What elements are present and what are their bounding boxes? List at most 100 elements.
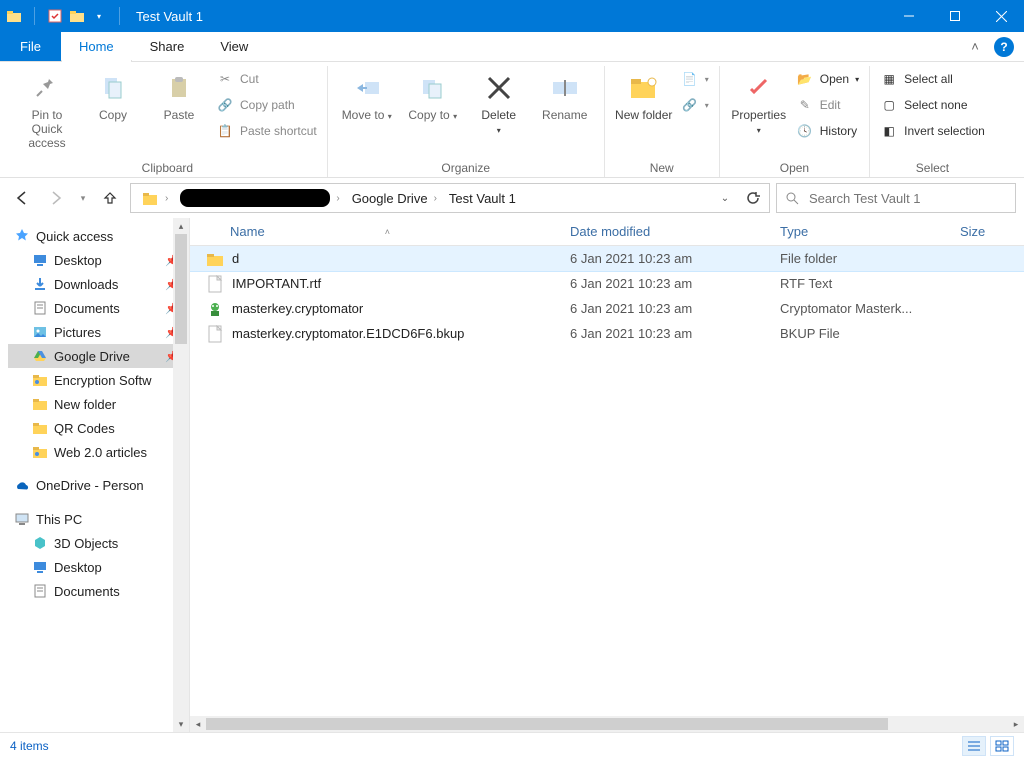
tree-item[interactable]: Google Drive📌: [8, 344, 189, 368]
file-name: masterkey.cryptomator.E1DCD6F6.bkup: [232, 326, 464, 341]
tree-label: QR Codes: [54, 421, 115, 436]
paste-button[interactable]: Paste: [146, 66, 212, 122]
path-icon: 🔗: [216, 96, 234, 114]
scrollbar-thumb[interactable]: [206, 718, 888, 730]
breadcrumb-root[interactable]: ›: [137, 189, 174, 207]
tab-home[interactable]: Home: [61, 32, 132, 61]
invert-selection-button[interactable]: ◧Invert selection: [876, 120, 989, 142]
navigation-tree: Quick accessDesktop📌Downloads📌Documents📌…: [0, 218, 190, 732]
tab-view[interactable]: View: [202, 32, 266, 61]
easy-access-button[interactable]: 🔗▾: [677, 94, 713, 116]
paste-shortcut-button[interactable]: 📋Paste shortcut: [212, 120, 321, 142]
open-button[interactable]: 📂Open ▾: [792, 68, 863, 90]
folder-icon: [32, 276, 48, 292]
scroll-up-icon[interactable]: ▴: [173, 218, 189, 234]
delete-button[interactable]: Delete▾: [466, 66, 532, 138]
minimize-button[interactable]: [886, 0, 932, 32]
window-title: Test Vault 1: [136, 9, 203, 24]
close-button[interactable]: [978, 0, 1024, 32]
column-size[interactable]: Size: [950, 218, 1024, 245]
tree-item[interactable]: Documents📌: [8, 296, 189, 320]
details-view-button[interactable]: [962, 736, 986, 756]
tree-label: Documents: [54, 584, 120, 599]
address-dropdown-button[interactable]: ⌄: [711, 184, 739, 212]
file-type: BKUP File: [770, 326, 950, 341]
file-date: 6 Jan 2021 10:23 am: [560, 251, 770, 266]
move-to-button[interactable]: Move to ▾: [334, 66, 400, 124]
properties-icon[interactable]: [47, 8, 63, 24]
tree-scrollbar[interactable]: ▴ ▾: [173, 218, 189, 732]
tree-label: Pictures: [54, 325, 101, 340]
tree-section[interactable]: Quick access: [8, 224, 189, 248]
maximize-button[interactable]: [932, 0, 978, 32]
group-select-label: Select: [876, 159, 989, 177]
file-row[interactable]: d6 Jan 2021 10:23 amFile folder: [190, 246, 1024, 271]
breadcrumb-item[interactable]: Test Vault 1: [445, 191, 520, 206]
group-open-label: Open: [726, 159, 863, 177]
tree-item[interactable]: Documents: [8, 579, 189, 603]
up-button[interactable]: [96, 184, 124, 212]
breadcrumb-hidden[interactable]: ›: [176, 189, 345, 207]
tree-item[interactable]: Downloads📌: [8, 272, 189, 296]
help-icon[interactable]: ?: [994, 37, 1014, 57]
tree-item[interactable]: 3D Objects: [8, 531, 189, 555]
new-item-button[interactable]: 📄▾: [677, 68, 713, 90]
horizontal-scrollbar[interactable]: ◂ ▸: [190, 716, 1024, 732]
folder-icon: [32, 420, 48, 436]
edit-button[interactable]: ✎Edit: [792, 94, 863, 116]
group-organize-label: Organize: [334, 159, 598, 177]
properties-button[interactable]: Properties▾: [726, 66, 792, 138]
scrollbar-thumb[interactable]: [175, 234, 187, 344]
tree-item[interactable]: Web 2.0 articles: [8, 440, 189, 464]
thumbnails-view-button[interactable]: [990, 736, 1014, 756]
tree-item[interactable]: Desktop: [8, 555, 189, 579]
refresh-button[interactable]: [739, 184, 767, 212]
recent-locations-button[interactable]: ▾: [76, 184, 90, 212]
folder-icon[interactable]: [69, 8, 85, 24]
column-type[interactable]: Type: [770, 218, 950, 245]
folder-icon: [32, 396, 48, 412]
tree-section[interactable]: This PC: [8, 507, 189, 531]
tree-label: 3D Objects: [54, 536, 118, 551]
file-tab[interactable]: File: [0, 32, 61, 61]
paste-label: Paste: [162, 106, 197, 122]
tree-item[interactable]: New folder: [8, 392, 189, 416]
scroll-right-icon[interactable]: ▸: [1008, 716, 1024, 732]
tree-item[interactable]: Pictures📌: [8, 320, 189, 344]
history-button[interactable]: 🕓History: [792, 120, 863, 142]
tree-item[interactable]: Encryption Softw: [8, 368, 189, 392]
select-all-button[interactable]: ▦Select all: [876, 68, 989, 90]
file-row[interactable]: masterkey.cryptomator6 Jan 2021 10:23 am…: [190, 296, 1024, 321]
file-row[interactable]: masterkey.cryptomator.E1DCD6F6.bkup6 Jan…: [190, 321, 1024, 346]
pin-to-quick-access-button[interactable]: Pin to Quick access: [14, 66, 80, 150]
address-bar[interactable]: › › Google Drive› Test Vault 1 ⌄: [130, 183, 770, 213]
search-input[interactable]: [807, 190, 1007, 207]
column-name[interactable]: Name˄: [190, 218, 560, 245]
folder-icon: [6, 8, 22, 24]
bot-icon: [206, 300, 224, 318]
column-date[interactable]: Date modified: [560, 218, 770, 245]
cut-button[interactable]: ✂Cut: [212, 68, 321, 90]
rename-button[interactable]: Rename: [532, 66, 598, 122]
sort-indicator-icon: ˄: [385, 227, 390, 237]
tree-item[interactable]: Desktop📌: [8, 248, 189, 272]
tree-item[interactable]: QR Codes: [8, 416, 189, 440]
search-box[interactable]: [776, 183, 1016, 213]
scroll-left-icon[interactable]: ◂: [190, 716, 206, 732]
tree-section[interactable]: OneDrive - Person: [8, 474, 189, 497]
copy-button[interactable]: Copy: [80, 66, 146, 122]
file-type: RTF Text: [770, 276, 950, 291]
tab-share[interactable]: Share: [132, 32, 203, 61]
back-button[interactable]: [8, 184, 36, 212]
dropdown-icon[interactable]: ▾: [91, 8, 107, 24]
select-none-button[interactable]: ▢Select none: [876, 94, 989, 116]
breadcrumb-item[interactable]: Google Drive›: [348, 191, 443, 206]
scroll-down-icon[interactable]: ▾: [173, 716, 189, 732]
folder-icon: [32, 444, 48, 460]
copy-to-button[interactable]: Copy to ▾: [400, 66, 466, 124]
forward-button[interactable]: [42, 184, 70, 212]
new-folder-button[interactable]: New folder: [611, 66, 677, 122]
file-row[interactable]: IMPORTANT.rtf6 Jan 2021 10:23 amRTF Text: [190, 271, 1024, 296]
copy-path-button[interactable]: 🔗Copy path: [212, 94, 321, 116]
collapse-ribbon-icon[interactable]: ˄: [960, 32, 990, 61]
